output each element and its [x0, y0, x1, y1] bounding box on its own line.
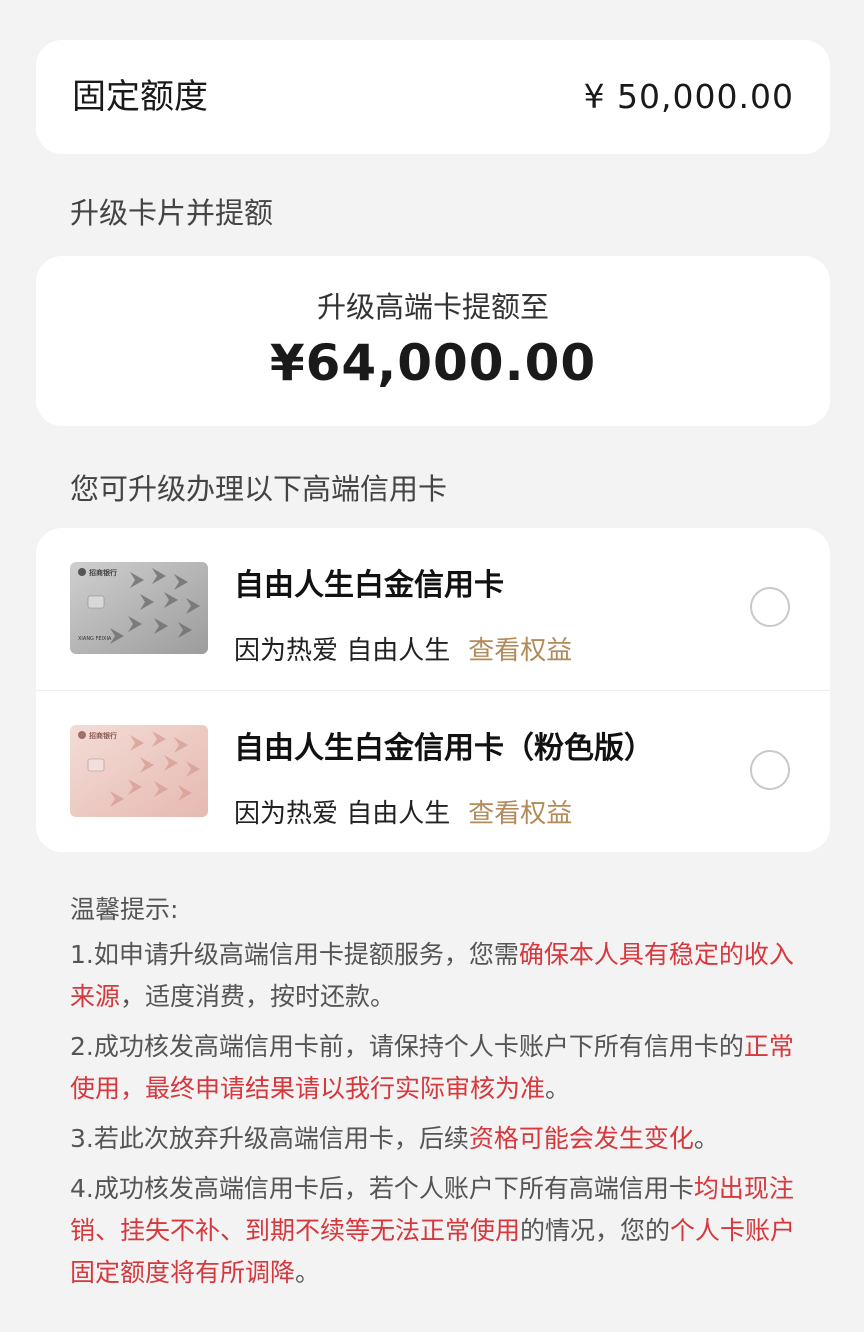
card-holder-text: XIANG FEIXIA — [78, 636, 112, 642]
tip-highlight: 资格可能会发生变化 — [468, 1124, 694, 1153]
view-benefits-link[interactable]: 查看权益 — [468, 636, 572, 666]
tip-item: 2.成功核发高端信用卡前，请保持个人卡账户下所有信用卡的正常使用，最终申请结果请… — [70, 1026, 800, 1110]
tip-item: 4.成功核发高端信用卡后，若个人账户下所有高端信用卡均出现注销、挂失不补、到期不… — [70, 1168, 800, 1294]
card-option-slogan: 因为热爱 自由人生 — [234, 636, 451, 666]
fixed-limit-label: 固定额度 — [72, 77, 208, 117]
bank-logo-text: 招商银行 — [89, 568, 117, 577]
tip-text: 的情况，您的 — [520, 1216, 671, 1245]
card-option-desc: 因为热爱 自由人生 查看权益 — [234, 630, 572, 667]
upgrade-limit-subtitle: 升级高端卡提额至 — [316, 290, 549, 324]
tip-text: ，适度消费，按时还款。 — [120, 982, 396, 1011]
card-option-platinum[interactable]: 招商银行 XIANG FEIXIA 自由人生白金信用卡 因为热爱 自由人生 查看权… — [36, 528, 830, 690]
tips-title: 温馨提示: — [70, 895, 179, 924]
tip-text: 2.成功核发高端信用卡前，请保持个人卡账户下所有信用卡的 — [70, 1032, 744, 1061]
tip-text: 1.如申请升级高端信用卡提额服务，您需 — [70, 940, 519, 969]
card-option-name: 自由人生白金信用卡 — [234, 568, 504, 603]
tip-item: 3.若此次放弃升级高端信用卡，后续资格可能会发生变化。 — [70, 1118, 800, 1160]
tip-text: 。 — [295, 1258, 321, 1287]
tip-item: 1.如申请升级高端信用卡提额服务，您需确保本人具有稳定的收入来源，适度消费，按时… — [70, 934, 800, 1018]
bank-logo-text: 招商银行 — [89, 731, 117, 740]
tip-text: 4.成功核发高端信用卡后，若个人账户下所有高端信用卡 — [70, 1174, 694, 1203]
card-image-pink: 招商银行 — [70, 725, 208, 817]
card-image-silver: 招商银行 XIANG FEIXIA — [70, 562, 208, 654]
card-option-slogan: 因为热爱 自由人生 — [234, 799, 451, 829]
card-option-name: 自由人生白金信用卡（粉色版） — [234, 731, 654, 766]
card-option-desc: 因为热爱 自由人生 查看权益 — [234, 793, 572, 830]
card-option-radio[interactable] — [750, 750, 790, 790]
fixed-limit-amount: ¥ 50,000.00 — [583, 77, 794, 116]
view-benefits-link[interactable]: 查看权益 — [468, 799, 572, 829]
card-option-platinum-pink[interactable]: 招商银行 自由人生白金信用卡（粉色版） 因为热爱 自由人生 查看权益 — [36, 690, 830, 852]
tip-text: 。 — [545, 1074, 571, 1103]
tip-text: 3.若此次放弃升级高端信用卡，后续 — [70, 1124, 469, 1153]
card-options-list: 招商银行 XIANG FEIXIA 自由人生白金信用卡 因为热爱 自由人生 查看权… — [36, 528, 830, 852]
upgrade-limit-amount: ¥64,000.00 — [269, 334, 597, 392]
fixed-limit-card: 固定额度 ¥ 50,000.00 — [36, 40, 830, 154]
card-option-radio[interactable] — [750, 587, 790, 627]
upgrade-section-title: 升级卡片并提额 — [70, 196, 274, 230]
cards-section-title: 您可升级办理以下高端信用卡 — [70, 472, 448, 506]
tips-section: 温馨提示: 1.如申请升级高端信用卡提额服务，您需确保本人具有稳定的收入来源，适… — [70, 890, 800, 1302]
upgrade-limit-card: 升级高端卡提额至 ¥64,000.00 — [36, 256, 830, 426]
tip-text: 。 — [693, 1124, 719, 1153]
